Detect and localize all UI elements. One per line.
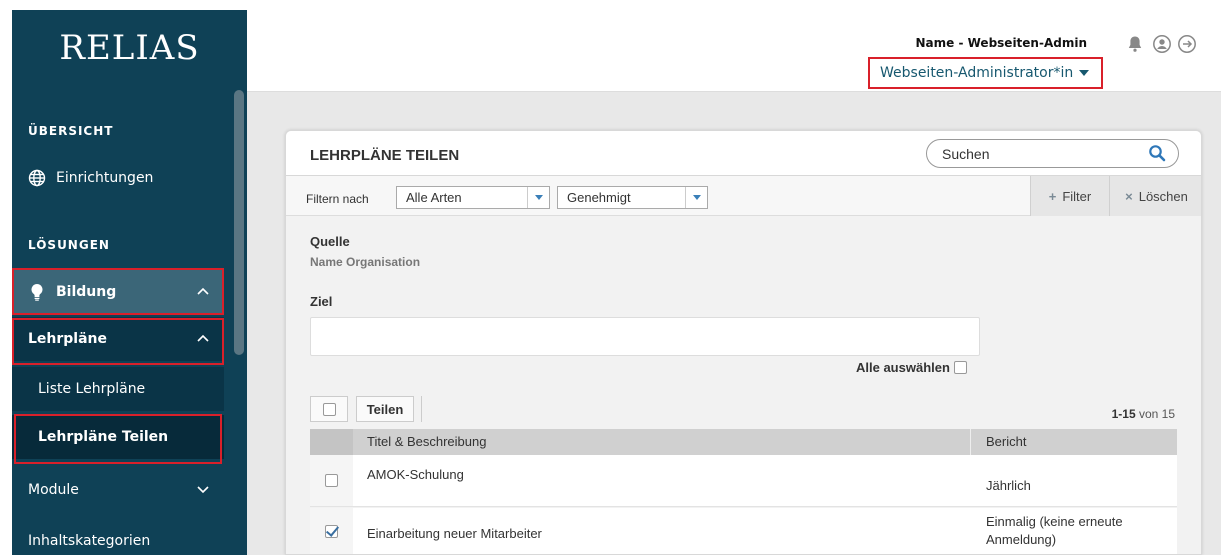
filter-bar: Filtern nach Alle Arten Genehmigt + Filt… xyxy=(286,176,1201,216)
bulk-select-toggle[interactable] xyxy=(310,396,348,422)
divider xyxy=(421,396,422,422)
section-title-overview: ÜBERSICHT xyxy=(28,124,114,138)
table-row[interactable]: Einarbeitung neuer Mitarbeiter Einmalig … xyxy=(310,508,1177,554)
user-circle-icon[interactable] xyxy=(1152,34,1172,54)
sidebar-item-modules[interactable]: Module xyxy=(12,468,224,512)
relias-logo[interactable]: RELIAS xyxy=(59,28,199,68)
target-label: Ziel xyxy=(310,294,333,309)
sidebar-item-list-curricula[interactable]: Liste Lehrpläne xyxy=(12,367,224,411)
filter-button[interactable]: + Filter xyxy=(1030,176,1109,216)
header-checkbox-cell xyxy=(310,429,353,455)
user-name: Name - Webseiten-Admin xyxy=(915,36,1088,50)
top-header: Name - Webseiten-Admin Webseiten-Adminis… xyxy=(247,10,1221,92)
sidebar-scrollbar[interactable] xyxy=(234,90,244,355)
status-filter-select[interactable]: Genehmigt xyxy=(557,186,708,209)
bulk-select-checkbox[interactable] xyxy=(322,402,336,416)
sidebar-item-label: Module xyxy=(28,482,79,498)
row-checkbox[interactable] xyxy=(325,474,338,487)
panel-header: LEHRPLÄNE TEILEN xyxy=(286,131,1201,176)
chevron-down-icon xyxy=(197,486,209,494)
row-report: Einmalig (keine erneute Anmeldung) xyxy=(986,514,1123,547)
row-checkbox-cell xyxy=(310,508,353,554)
share-curricula-panel: LEHRPLÄNE TEILEN Filtern nach Alle Arten… xyxy=(285,130,1202,555)
pager-total: von 15 xyxy=(1135,407,1175,421)
row-report: Jährlich xyxy=(986,478,1031,493)
type-filter-select[interactable]: Alle Arten xyxy=(396,186,550,209)
pagination-info: 1-15 von 15 xyxy=(1112,407,1175,421)
row-title: AMOK-Schulung xyxy=(367,467,464,482)
status-filter-value: Genehmigt xyxy=(567,190,631,205)
sidebar-item-facilities[interactable]: Einrichtungen xyxy=(12,156,224,200)
table-header: Titel & Beschreibung Bericht xyxy=(310,429,1177,455)
logout-icon[interactable] xyxy=(1177,34,1197,54)
column-header-report[interactable]: Bericht xyxy=(972,429,1177,455)
share-button[interactable]: Teilen xyxy=(356,396,414,422)
highlight-share-curricula xyxy=(14,414,222,464)
select-all[interactable]: Alle auswählen xyxy=(856,360,967,375)
section-title-solutions: LÖSUNGEN xyxy=(28,238,110,252)
select-all-checkbox[interactable] xyxy=(953,361,967,374)
pager-range: 1-15 xyxy=(1111,407,1136,421)
source-value: Name Organisation xyxy=(310,255,421,269)
search-icon[interactable] xyxy=(1148,144,1166,162)
globe-icon xyxy=(28,169,46,187)
highlight-curricula xyxy=(12,318,224,365)
search-input[interactable] xyxy=(926,139,1179,168)
page-title: LEHRPLÄNE TEILEN xyxy=(310,147,460,164)
filter-button-label: Filter xyxy=(1062,188,1092,204)
logo-area: RELIAS xyxy=(12,10,247,92)
role-select[interactable]: Webseiten-Administrator*in xyxy=(868,57,1103,89)
row-checkbox-cell xyxy=(310,455,353,506)
table-row[interactable]: AMOK-Schulung Jährlich xyxy=(310,455,1177,507)
plus-icon: + xyxy=(1048,188,1057,204)
bell-icon[interactable] xyxy=(1125,34,1145,54)
type-filter-value: Alle Arten xyxy=(406,190,462,205)
select-all-label: Alle auswählen xyxy=(856,360,950,375)
source-label: Quelle xyxy=(310,234,350,249)
sidebar-item-label: Inhaltskategorien xyxy=(28,533,151,549)
dropdown-arrow-icon xyxy=(527,187,549,208)
caret-down-icon xyxy=(1079,70,1090,76)
column-header-title[interactable]: Titel & Beschreibung xyxy=(353,429,971,455)
clear-button[interactable]: × Löschen xyxy=(1109,176,1201,216)
sidebar-item-label: Liste Lehrpläne xyxy=(38,381,146,397)
target-field[interactable] xyxy=(310,317,980,356)
row-checkbox-checked[interactable] xyxy=(325,525,338,538)
sidebar-item-label: Einrichtungen xyxy=(56,170,154,186)
close-icon: × xyxy=(1125,188,1133,204)
row-title: Einarbeitung neuer Mitarbeiter xyxy=(367,526,542,541)
highlight-education xyxy=(12,268,224,315)
clear-button-label: Löschen xyxy=(1138,188,1188,204)
role-label: Webseiten-Administrator*in xyxy=(880,65,1074,81)
filter-label: Filtern nach xyxy=(306,192,369,206)
dropdown-arrow-icon xyxy=(685,187,707,208)
sidebar-item-content-categories[interactable]: Inhaltskategorien xyxy=(12,519,224,555)
